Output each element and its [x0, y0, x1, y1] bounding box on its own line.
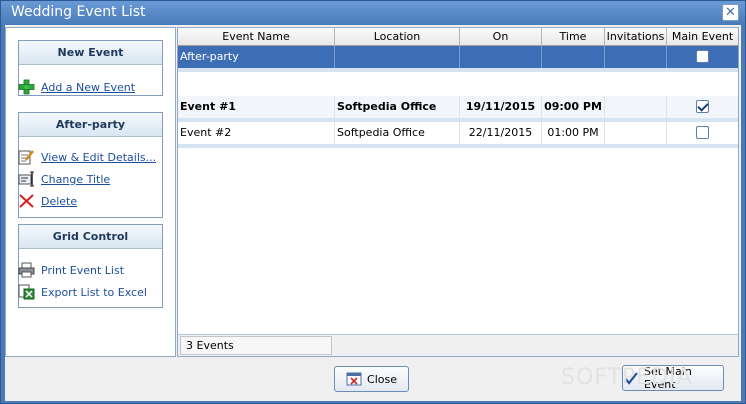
cell-main-event — [667, 96, 738, 118]
task-add-new-event[interactable]: Add a New Event — [18, 78, 135, 96]
cell-on: 19/11/2015 — [460, 96, 542, 118]
cell-time: 09:00 PM — [542, 96, 605, 118]
watermark: SOFTPEDIA — [561, 365, 693, 390]
table-row[interactable]: Event #1 Softpedia Office 19/11/2015 09:… — [178, 96, 738, 118]
task-delete[interactable]: Delete — [18, 192, 77, 210]
cell-event-name: Event #1 — [178, 96, 335, 118]
task-change-title[interactable]: Change Title — [18, 170, 110, 188]
cell-main-event — [667, 46, 738, 68]
column-header-event-name[interactable]: Event Name — [178, 28, 335, 46]
app-window: Wedding Event List ✕ New Event Add a New… — [0, 0, 746, 404]
task-label: Export List to Excel — [41, 285, 147, 299]
close-icon: ✕ — [725, 5, 736, 20]
row-separator — [178, 68, 738, 72]
close-button-label: Close — [367, 372, 397, 386]
client-area: New Event Add a New Event After-party Vi… — [5, 25, 741, 401]
main-event-checkbox[interactable] — [696, 126, 709, 139]
cell-location: Softpedia Office — [335, 96, 460, 118]
plus-icon — [18, 79, 35, 95]
table-row[interactable]: Event #2 Softpedia Office 22/11/2015 01:… — [178, 122, 738, 144]
table-row[interactable]: After-party — [178, 46, 738, 68]
task-label: Change Title — [41, 172, 111, 186]
close-window-button[interactable]: ✕ — [722, 4, 739, 21]
group-header[interactable]: After-party — [19, 113, 162, 137]
task-export-excel[interactable]: Export List to Excel — [18, 283, 147, 301]
printer-icon — [18, 262, 35, 278]
task-panel: New Event Add a New Event After-party Vi… — [5, 27, 176, 357]
column-header-on[interactable]: On — [460, 28, 542, 46]
rename-icon — [18, 171, 35, 187]
cell-invitations — [605, 46, 667, 68]
cell-main-event — [667, 122, 738, 144]
cell-location — [335, 46, 460, 68]
cell-on: 22/11/2015 — [460, 122, 542, 144]
grid-header: Event Name Location On Time Invitations … — [178, 28, 738, 46]
cell-location: Softpedia Office — [335, 122, 460, 144]
column-header-location[interactable]: Location — [335, 28, 460, 46]
row-separator — [178, 144, 738, 148]
group-header[interactable]: Grid Control — [19, 225, 162, 249]
close-button[interactable]: Close — [334, 366, 409, 392]
cell-invitations — [605, 122, 667, 144]
task-label: Delete — [41, 194, 78, 208]
main-event-checkbox[interactable] — [696, 100, 709, 113]
edit-icon — [18, 149, 35, 165]
title-bar[interactable]: Wedding Event List ✕ — [1, 1, 745, 25]
cell-invitations — [605, 96, 667, 118]
event-grid: Event Name Location On Time Invitations … — [177, 27, 739, 357]
column-header-time[interactable]: Time — [542, 28, 605, 46]
task-label: Print Event List — [41, 263, 125, 277]
cell-event-name: Event #2 — [178, 122, 335, 144]
column-header-main-event[interactable]: Main Event — [667, 28, 738, 46]
delete-icon — [18, 193, 35, 209]
column-header-invitations[interactable]: Invitations — [605, 28, 667, 46]
cell-time: 01:00 PM — [542, 122, 605, 144]
excel-icon — [18, 284, 35, 300]
cell-time — [542, 46, 605, 68]
task-print-event-list[interactable]: Print Event List — [18, 261, 124, 279]
task-label: Add a New Event — [41, 80, 136, 94]
close-form-icon — [346, 372, 362, 386]
cell-on — [460, 46, 542, 68]
task-label: View & Edit Details... — [41, 150, 157, 164]
event-count: 3 Events — [180, 336, 332, 355]
window-title: Wedding Event List — [11, 4, 146, 20]
task-view-edit-details[interactable]: View & Edit Details... — [18, 148, 156, 166]
group-header[interactable]: New Event — [19, 41, 162, 65]
main-event-checkbox[interactable] — [696, 50, 709, 63]
grid-status-bar: 3 Events — [178, 334, 738, 356]
cell-event-name: After-party — [178, 46, 335, 68]
